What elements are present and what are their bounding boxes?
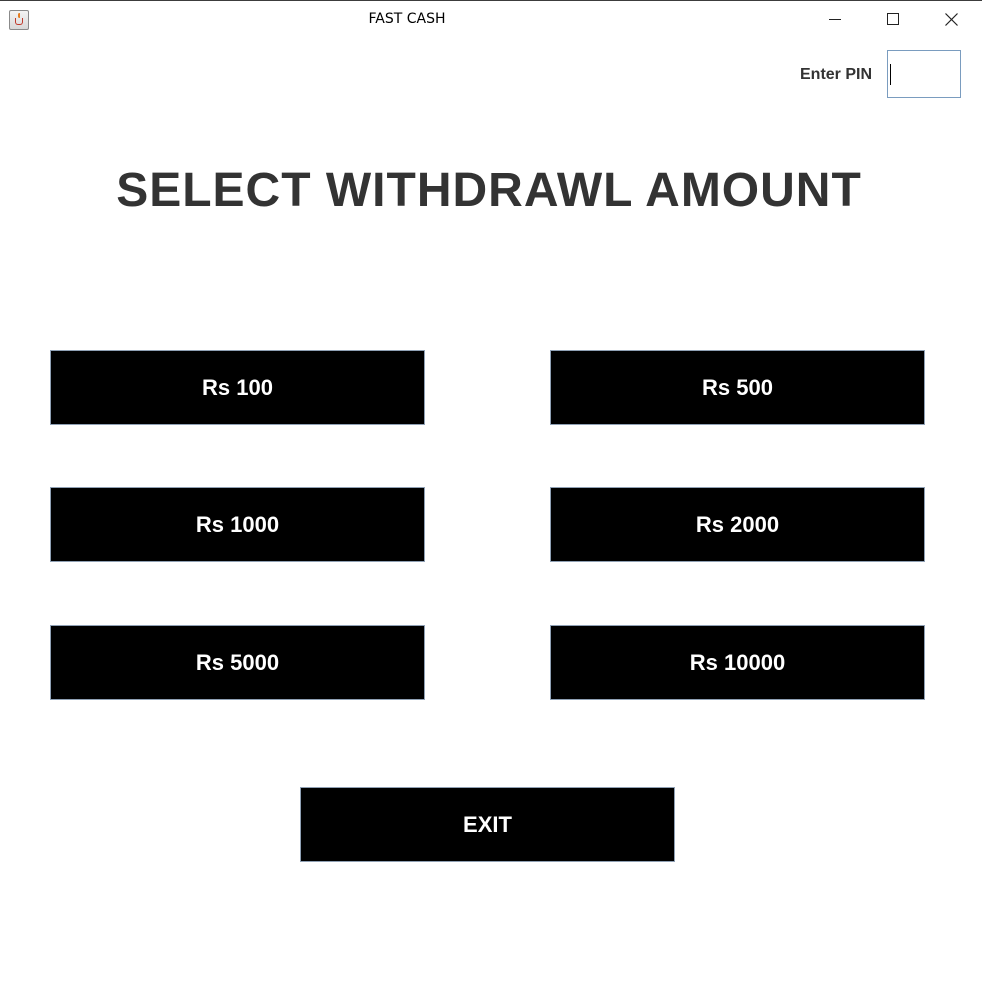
close-icon	[945, 13, 958, 26]
pin-input[interactable]	[887, 50, 961, 98]
amount-button-10000[interactable]: Rs 10000	[550, 625, 925, 700]
amount-button-5000[interactable]: Rs 5000	[50, 625, 425, 700]
exit-button[interactable]: EXIT	[300, 787, 675, 862]
amount-button-500[interactable]: Rs 500	[550, 350, 925, 425]
minimize-button[interactable]	[806, 1, 864, 39]
maximize-button[interactable]	[864, 1, 922, 39]
text-caret	[890, 64, 891, 85]
window-title: FAST CASH	[368, 11, 446, 27]
page-title: SELECT WITHDRAWL AMOUNT	[116, 164, 862, 217]
close-button[interactable]	[922, 1, 980, 39]
minimize-icon	[829, 19, 841, 20]
amount-button-1000[interactable]: Rs 1000	[50, 487, 425, 562]
pin-label: Enter PIN	[800, 66, 873, 83]
amount-button-100[interactable]: Rs 100	[50, 350, 425, 425]
maximize-icon	[887, 13, 899, 25]
amount-button-2000[interactable]: Rs 2000	[550, 487, 925, 562]
title-bar: FAST CASH	[0, 0, 982, 38]
